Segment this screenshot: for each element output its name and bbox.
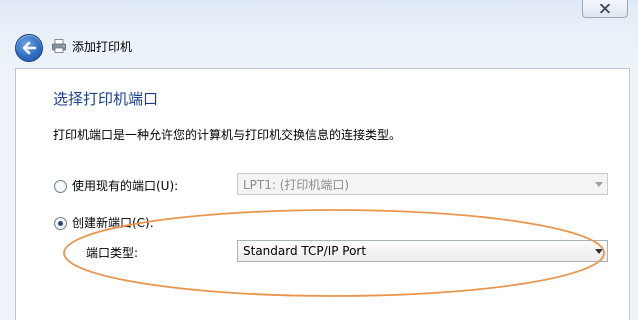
window-title: 添加打印机	[72, 40, 133, 54]
add-printer-window: 添加打印机 选择打印机端口 打印机端口是一种允许您的计算机与打印机交换信息的连接…	[0, 0, 638, 320]
close-icon	[600, 4, 610, 13]
existing-port-value: LPT1: (打印机端口)	[243, 177, 350, 192]
use-existing-port-label: 使用现有的端口(U):	[72, 179, 179, 193]
page-description: 打印机端口是一种允许您的计算机与打印机交换信息的连接类型。	[53, 128, 402, 142]
create-new-port-option[interactable]: 创建新端口(C):	[54, 215, 154, 231]
close-button[interactable]	[582, 0, 628, 18]
printer-icon	[52, 39, 66, 53]
back-button[interactable]	[15, 34, 43, 62]
chevron-down-icon	[591, 241, 607, 261]
existing-port-select[interactable]: LPT1: (打印机端口)	[237, 173, 608, 195]
back-arrow-icon	[22, 41, 37, 55]
page-heading: 选择打印机端口	[53, 90, 159, 108]
create-new-port-label: 创建新端口(C):	[72, 216, 154, 230]
use-existing-port-radio[interactable]	[54, 179, 67, 193]
radio-selected-dot	[58, 220, 63, 226]
create-new-port-radio[interactable]	[54, 216, 67, 230]
port-type-label: 端口类型:	[86, 246, 139, 260]
port-type-value: Standard TCP/IP Port	[243, 244, 367, 258]
chevron-down-icon	[591, 174, 607, 194]
use-existing-port-option[interactable]: 使用现有的端口(U):	[54, 178, 178, 194]
port-type-select[interactable]: Standard TCP/IP Port	[237, 240, 608, 262]
